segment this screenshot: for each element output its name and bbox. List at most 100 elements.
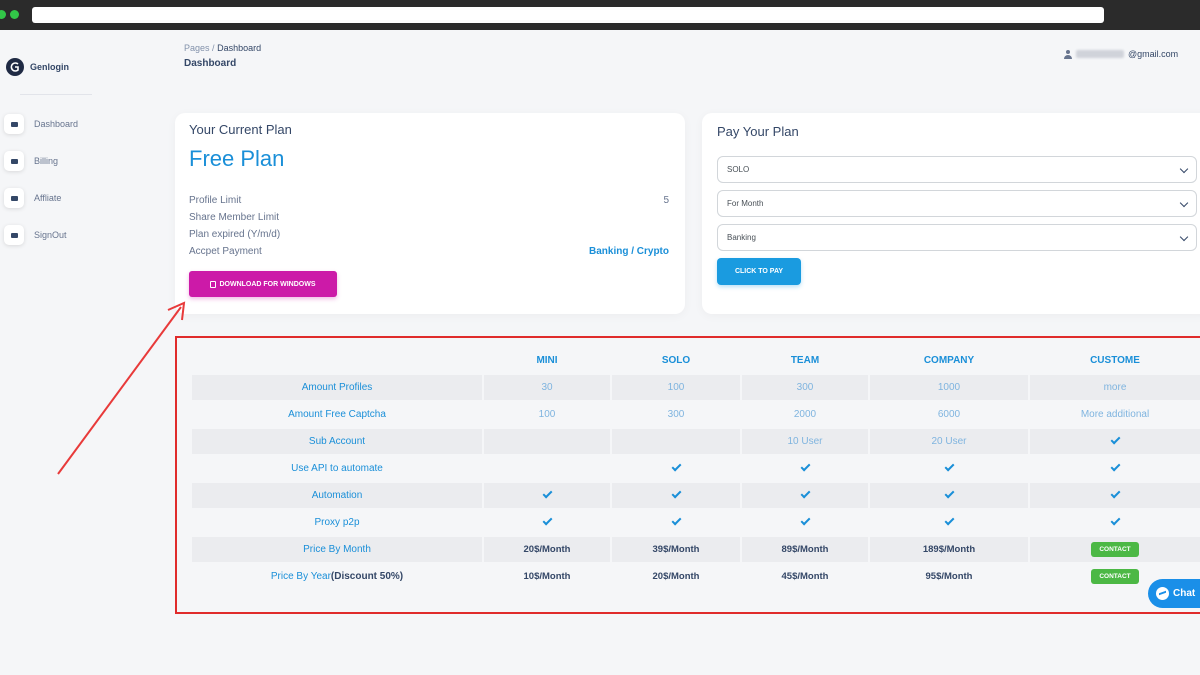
pricing-cell [484,456,610,481]
pricing-cell: 2000 [793,409,817,420]
pricing-cell [742,483,868,508]
checkmark-icon [944,488,954,499]
payment-method-select[interactable]: Banking [717,224,1197,251]
page-title: Dashboard [184,58,237,69]
pricing-row-label: Amount Profiles [192,375,482,400]
plan-row-profile-limit: Profile Limit 5 [189,195,669,206]
pricing-cell: 95$/Month [925,571,973,582]
billing-icon [4,151,24,171]
pricing-row: Price By Month 20$/Month 39$/Month 89$/Mont… [192,537,1200,562]
window-control-dot[interactable] [0,10,6,19]
pricing-row: Amount Free Captcha 100 300 2000 6000 More ad… [192,402,1200,427]
brand[interactable]: Genlogin [6,58,69,76]
contact-button[interactable]: CONTACT [1091,569,1139,584]
pricing-cell [1030,483,1200,508]
download-button-label: DOWNLOAD FOR WINDOWS [219,280,316,288]
pricing-cell [612,510,740,535]
sidebar-item-label: Billing [34,156,59,166]
contact-button[interactable]: CONTACT [1091,542,1139,557]
pricing-row-label: Price By Month [192,537,482,562]
pay-plan-heading: Pay Your Plan [717,124,799,139]
sidebar-item-affiliate[interactable]: Affliate [4,188,61,208]
period-select[interactable]: For Month [717,190,1197,217]
pricing-column-header: TEAM [790,355,820,366]
download-icon [210,280,217,288]
messenger-icon [1156,587,1169,600]
pricing-row-label: Automation [192,483,482,508]
current-plan-card: Your Current Plan Free Plan Profile Limi… [175,113,685,314]
pricing-row: Amount Profiles 30 100 300 1000 more [192,375,1200,400]
address-bar[interactable] [32,7,1104,23]
pricing-cell: 20 User [870,429,1028,454]
affiliate-icon [4,188,24,208]
pricing-cell [1030,429,1200,454]
pricing-cell: 100 [612,375,740,400]
window-control-dot[interactable] [10,10,19,19]
breadcrumb-current: Dashboard [217,43,262,53]
pricing-row: Price By Year(Discount 50%) 10$/Month 20$/… [192,564,1200,589]
checkmark-icon [671,488,681,499]
chevron-down-icon [1179,232,1189,242]
pricing-row-label-text: Price By Year [270,571,331,582]
redacted-email [1076,50,1124,58]
payment-methods-link[interactable]: Banking / Crypto [589,246,669,257]
chevron-down-icon [1179,164,1189,174]
sidebar-item-billing[interactable]: Billing [4,151,58,171]
messenger-chat-button[interactable]: Chat [1148,579,1200,608]
checkmark-icon [800,488,810,499]
plan-row-label: Plan expired (Y/m/d) [189,229,281,240]
genlogin-logo-icon [6,58,24,76]
pricing-cell [612,456,740,481]
sidebar-item-label: SignOut [34,230,67,240]
plan-row-accept-payment: Accpet Payment Banking / Crypto [189,246,669,257]
pricing-row-label-text: Amount Free Captcha [288,409,386,420]
period-select-value: For Month [727,199,764,208]
pricing-row-label-suffix: (Discount 50%) [330,571,404,582]
pricing-row-label: Sub Account [192,429,482,454]
pricing-column-header: SOLO [661,355,691,366]
checkmark-icon [1110,461,1120,472]
pricing-row-label-text: Amount Profiles [301,382,373,393]
pricing-header-empty [192,348,482,373]
checkmark-icon [542,488,552,499]
checkmark-icon [1110,434,1120,445]
pricing-cell: 100 [538,409,556,420]
user-account[interactable]: @gmail.com [1064,49,1178,59]
checkmark-icon [1110,488,1120,499]
pricing-row-label-text: Automation [311,490,363,501]
sidebar-item-label: Dashboard [34,119,79,129]
pricing-cell: 20$/Month [652,571,700,582]
pricing-cell: 20$/Month [484,537,610,562]
download-for-windows-button[interactable]: DOWNLOAD FOR WINDOWS [189,271,337,297]
pricing-row-label: Proxy p2p [192,510,482,535]
plan-select[interactable]: SOLO [717,156,1197,183]
pricing-cell: more [1030,375,1200,400]
pricing-row-label-text: Proxy p2p [314,517,360,528]
pricing-column-header: MINI [536,355,558,366]
plan-row-plan-expired: Plan expired (Y/m/d) [189,229,669,240]
pricing-cell [870,510,1028,535]
pricing-column-header: CUSTOME [1090,355,1140,366]
pricing-cell: 300 [667,409,685,420]
breadcrumb-separator: / [212,43,215,53]
divider [20,94,92,95]
checkmark-icon [671,461,681,472]
click-to-pay-button[interactable]: CLICK TO PAY [717,258,801,285]
breadcrumb-root[interactable]: Pages [184,43,210,53]
plan-select-value: SOLO [727,165,750,174]
pricing-cell: More additional [1080,409,1150,420]
pricing-row-label: Price By Year(Discount 50%) [192,564,482,589]
pricing-cell: 89$/Month [742,537,868,562]
pricing-cell: 6000 [937,409,961,420]
pricing-cell: 30 [484,375,610,400]
pricing-table: MINI SOLO TEAM COMPANY CUSTOME Amount Pr… [190,346,1200,591]
pricing-row: Sub Account 10 User 20 User [192,429,1200,454]
pricing-cell [742,510,868,535]
pricing-cell [484,483,610,508]
pricing-cell [612,429,740,454]
current-plan-heading: Your Current Plan [189,122,292,137]
sidebar-item-dashboard[interactable]: Dashboard [4,114,78,134]
pricing-cell [1030,456,1200,481]
pricing-cell: CONTACT [1030,537,1200,562]
sidebar-item-signout[interactable]: SignOut [4,225,67,245]
